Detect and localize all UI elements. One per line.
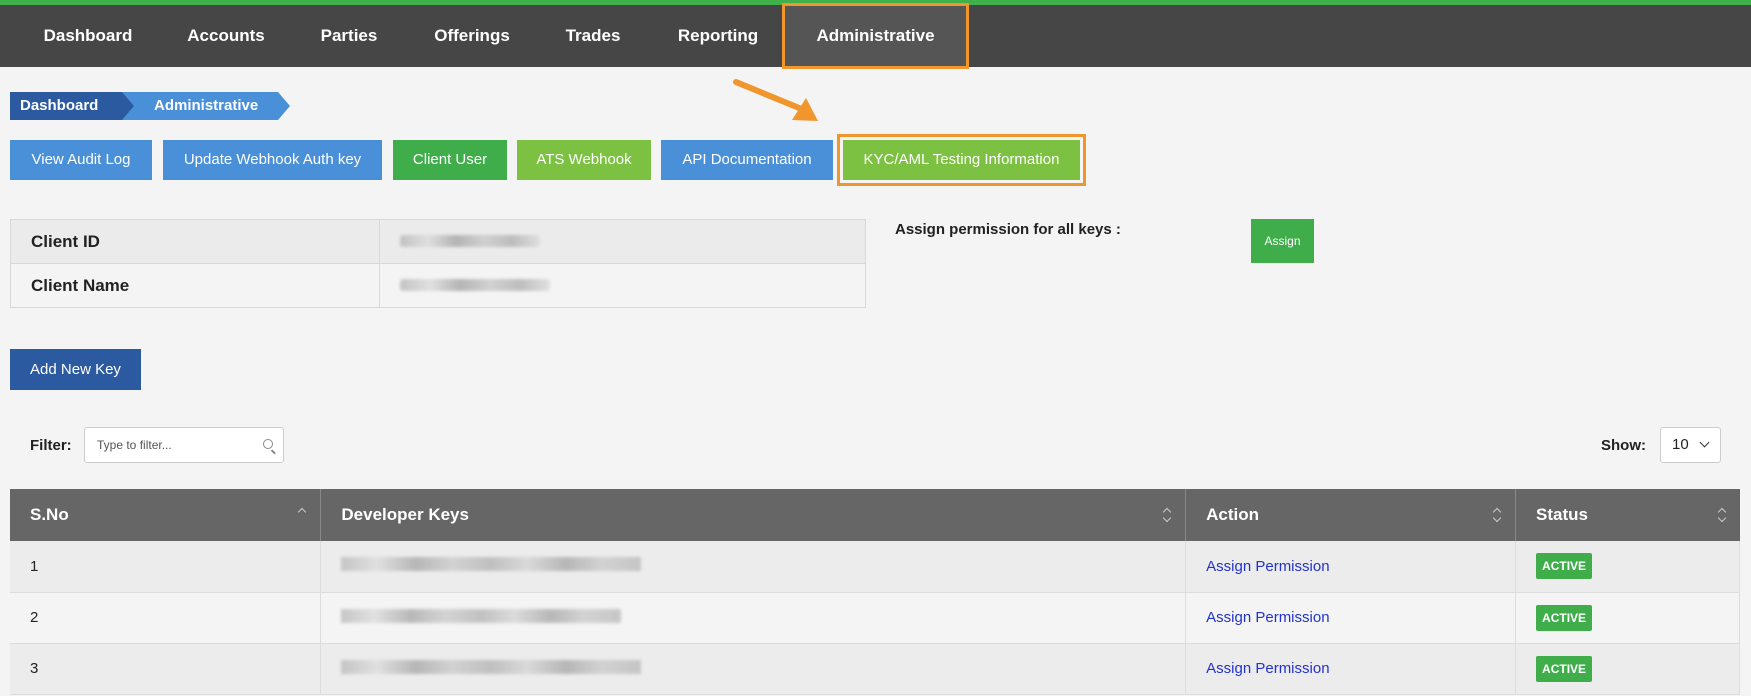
row-developer-key (320, 541, 1187, 593)
show-label: Show: (1601, 437, 1646, 454)
header-status-label: Status (1536, 505, 1589, 524)
status-badge: ACTIVE (1536, 604, 1593, 631)
row-action: Assign Permission (1185, 592, 1517, 644)
table-row: 3 Assign Permission ACTIVE (10, 643, 1740, 695)
nav-offerings[interactable]: Offerings (420, 5, 524, 67)
nav-administrative[interactable]: Administrative (782, 3, 969, 69)
assign-permission-link[interactable]: Assign Permission (1206, 660, 1329, 677)
row-action: Assign Permission (1185, 541, 1517, 593)
api-documentation-button[interactable]: API Documentation (661, 140, 833, 180)
client-name-value (379, 263, 866, 308)
page-size-value: 10 (1672, 436, 1689, 453)
client-user-button[interactable]: Client User (393, 140, 507, 180)
filter-input[interactable] (85, 428, 255, 462)
assign-permission-link[interactable]: Assign Permission (1206, 558, 1329, 575)
view-audit-log-button[interactable]: View Audit Log (10, 140, 152, 180)
header-developer-keys[interactable]: Developer Keys (320, 489, 1187, 541)
sort-asc-icon (298, 507, 306, 523)
client-id-label: Client ID (10, 219, 380, 264)
client-name-label: Client Name (10, 263, 380, 308)
add-new-key-button[interactable]: Add New Key (10, 349, 141, 390)
filter-label: Filter: (30, 437, 72, 454)
kyc-aml-testing-information-button[interactable]: KYC/AML Testing Information (843, 140, 1080, 180)
redacted-client-id (400, 234, 540, 247)
filter-box (84, 427, 284, 463)
header-action-label: Action (1206, 505, 1260, 524)
assign-permission-label: Assign permission for all keys : (895, 221, 1121, 238)
row-sno: 3 (10, 643, 322, 695)
row-status: ACTIVE (1515, 541, 1740, 593)
annotation-arrow-icon (733, 79, 818, 121)
search-icon (263, 439, 273, 449)
header-developer-keys-label: Developer Keys (341, 505, 469, 524)
update-webhook-auth-key-button[interactable]: Update Webhook Auth key (163, 140, 382, 180)
client-info-table: Client ID Client Name (10, 219, 866, 308)
header-status[interactable]: Status (1515, 489, 1740, 541)
redacted-key (341, 608, 622, 623)
chevron-down-icon (1699, 437, 1710, 448)
row-action: Assign Permission (1185, 643, 1517, 695)
row-status: ACTIVE (1515, 643, 1740, 695)
table-row: 2 Assign Permission ACTIVE (10, 592, 1740, 644)
breadcrumb-administrative: Administrative (118, 92, 290, 120)
ats-webhook-button[interactable]: ATS Webhook (517, 140, 651, 180)
client-id-value (379, 219, 866, 264)
breadcrumb-dashboard[interactable]: Dashboard (10, 92, 134, 120)
sort-icon (1493, 507, 1501, 523)
redacted-key (341, 557, 642, 572)
page-size-select[interactable]: 10 (1660, 427, 1721, 463)
row-sno: 1 (10, 541, 322, 593)
redacted-client-name (400, 278, 550, 291)
header-action[interactable]: Action (1185, 489, 1517, 541)
top-navigation: Dashboard Accounts Parties Offerings Tra… (0, 0, 1751, 69)
sort-icon (1718, 507, 1726, 523)
table-row: 1 Assign Permission ACTIVE (10, 541, 1740, 593)
nav-dashboard[interactable]: Dashboard (24, 5, 152, 67)
nav-parties[interactable]: Parties (302, 5, 396, 67)
assign-permission-link[interactable]: Assign Permission (1206, 609, 1329, 626)
redacted-key (341, 659, 642, 674)
header-sno-label: S.No (30, 505, 69, 524)
nav-reporting[interactable]: Reporting (664, 5, 772, 67)
row-sno: 2 (10, 592, 322, 644)
status-badge: ACTIVE (1536, 655, 1593, 682)
sort-icon (1163, 507, 1171, 523)
row-developer-key (320, 592, 1187, 644)
row-developer-key (320, 643, 1187, 695)
assign-button[interactable]: Assign (1251, 219, 1314, 263)
developer-keys-table: S.No Developer Keys Action Status 1 Assi… (10, 489, 1740, 695)
nav-trades[interactable]: Trades (552, 5, 634, 67)
row-status: ACTIVE (1515, 592, 1740, 644)
nav-accounts[interactable]: Accounts (170, 5, 282, 67)
status-badge: ACTIVE (1536, 553, 1593, 580)
header-sno[interactable]: S.No (10, 489, 322, 541)
